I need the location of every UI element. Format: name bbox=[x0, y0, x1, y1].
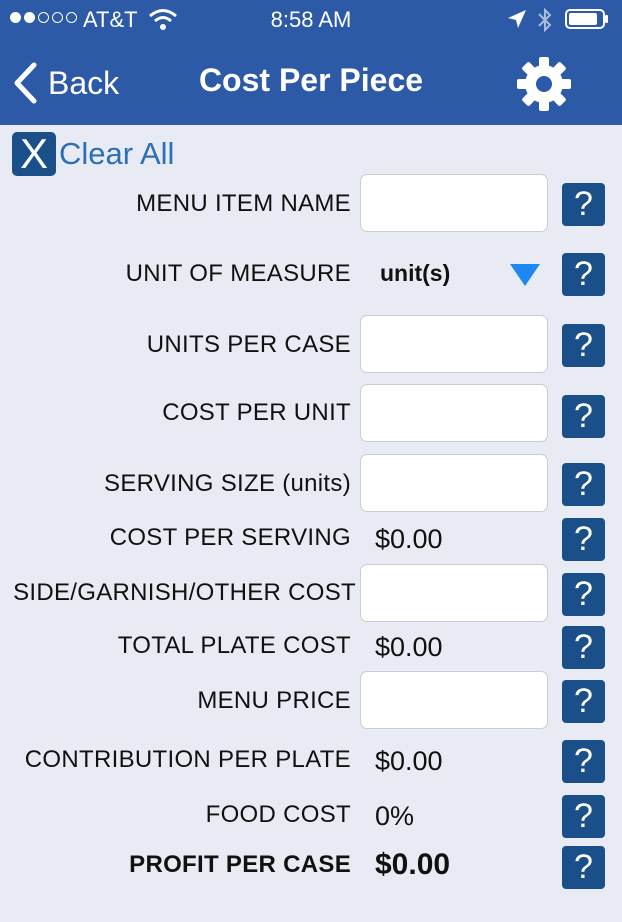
cost-per-unit-label: COST PER UNIT bbox=[162, 399, 351, 426]
menu-price-field[interactable] bbox=[360, 671, 548, 729]
food-cost-label: FOOD COST bbox=[205, 801, 351, 828]
location-arrow-icon bbox=[508, 10, 526, 28]
help-button-units-per-case[interactable]: ? bbox=[562, 324, 605, 367]
help-button-cost-per-serving[interactable]: ? bbox=[562, 518, 605, 561]
help-button-total-plate-cost[interactable]: ? bbox=[562, 626, 605, 669]
clear-x-icon: X bbox=[12, 132, 56, 176]
navigation-bar: Back Cost Per Piece bbox=[0, 40, 622, 125]
dropdown-triangle-icon bbox=[510, 264, 540, 286]
side-garnish-other-cost-input[interactable] bbox=[361, 565, 547, 621]
clear-all-button[interactable]: X Clear All bbox=[12, 132, 174, 176]
battery-icon bbox=[565, 9, 608, 29]
menu-item-name-field[interactable] bbox=[360, 174, 548, 232]
unit-of-measure-value: unit(s) bbox=[380, 260, 451, 286]
cost-per-unit-field[interactable] bbox=[360, 384, 548, 442]
serving-size-input[interactable] bbox=[361, 455, 547, 511]
help-button-unit-of-measure[interactable]: ? bbox=[562, 253, 605, 296]
unit-of-measure-label: UNIT OF MEASURE bbox=[125, 260, 351, 287]
help-button-serving-size[interactable]: ? bbox=[562, 463, 605, 506]
menu-item-name-label: MENU ITEM NAME bbox=[136, 190, 351, 217]
help-button-menu-price[interactable]: ? bbox=[562, 680, 605, 723]
units-per-case-field[interactable] bbox=[360, 315, 548, 373]
cost-per-serving-label: COST PER SERVING bbox=[109, 524, 351, 551]
contribution-per-plate-value: $0.00 bbox=[375, 746, 443, 776]
serving-size-label: SERVING SIZE (units) bbox=[104, 470, 351, 497]
menu-item-name-input[interactable] bbox=[361, 175, 547, 231]
help-button-food-cost[interactable]: ? bbox=[562, 795, 605, 838]
cost-per-serving-value: $0.00 bbox=[375, 524, 443, 554]
profit-per-case-label: PROFIT PER CASE bbox=[129, 851, 351, 878]
contribution-per-plate-label: CONTRIBUTION PER PLATE bbox=[24, 746, 351, 773]
side-garnish-other-cost-field[interactable] bbox=[360, 564, 548, 622]
status-bar: AT&T 8:58 AM bbox=[0, 0, 622, 40]
serving-size-field[interactable] bbox=[360, 454, 548, 512]
status-time: 8:58 AM bbox=[270, 7, 352, 32]
menu-price-label: MENU PRICE bbox=[197, 687, 351, 714]
total-plate-cost-value: $0.00 bbox=[375, 632, 443, 662]
side-garnish-other-cost-label: SIDE/GARNISH/OTHER COST bbox=[13, 579, 356, 606]
help-button-side-garnish-other-cost[interactable]: ? bbox=[562, 573, 605, 616]
help-button-cost-per-unit[interactable]: ? bbox=[562, 395, 605, 438]
bluetooth-icon bbox=[538, 7, 552, 33]
total-plate-cost-label: TOTAL PLATE COST bbox=[117, 632, 351, 659]
cost-per-unit-input[interactable] bbox=[361, 385, 547, 441]
clear-all-label: Clear All bbox=[59, 136, 175, 171]
units-per-case-label: UNITS PER CASE bbox=[146, 331, 351, 358]
units-per-case-input[interactable] bbox=[361, 316, 547, 372]
help-button-contribution-per-plate[interactable]: ? bbox=[562, 740, 605, 783]
help-button-profit-per-case[interactable]: ? bbox=[562, 846, 605, 889]
gear-icon[interactable] bbox=[514, 54, 574, 114]
help-button-menu-item-name[interactable]: ? bbox=[562, 183, 605, 226]
profit-per-case-value: $0.00 bbox=[375, 848, 451, 881]
food-cost-value: 0% bbox=[375, 801, 415, 831]
menu-price-input[interactable] bbox=[361, 672, 547, 728]
unit-of-measure-select[interactable]: unit(s) bbox=[360, 258, 550, 292]
